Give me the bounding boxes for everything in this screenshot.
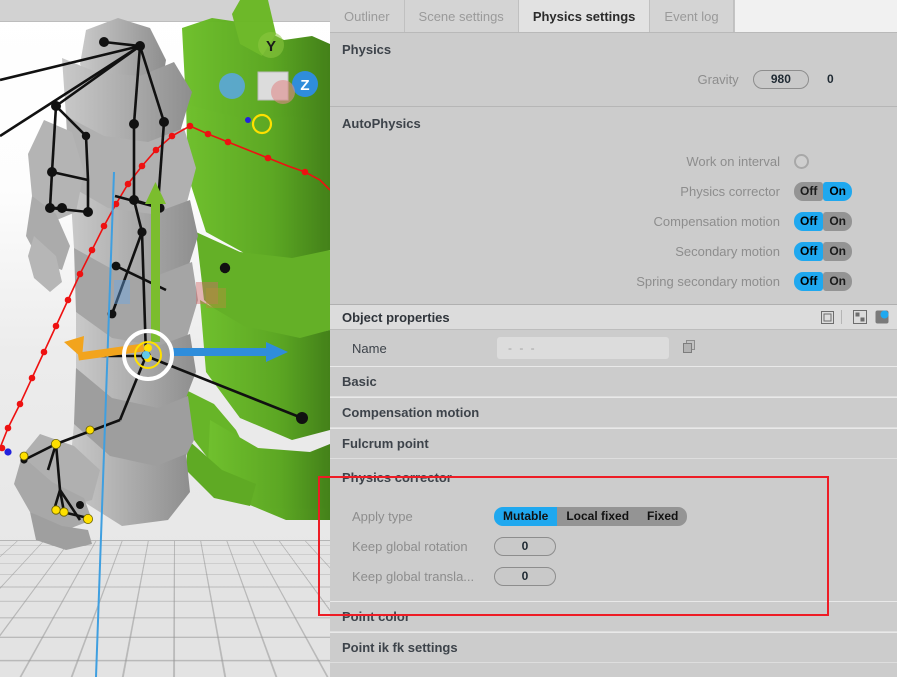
tab-outliner[interactable]: Outliner — [330, 0, 405, 32]
keep-global-translation-input[interactable]: 0 — [494, 566, 556, 586]
keep-global-rotation-row: Keep global rotation 0 — [330, 531, 897, 561]
viewport-scene: Z Y — [0, 0, 330, 677]
toggle-off[interactable]: Off — [794, 211, 824, 231]
apply-type-option-fixed[interactable]: Fixed — [638, 506, 688, 526]
gravity-row: Gravity 980 0 — [330, 64, 897, 94]
tab-scene-settings[interactable]: Scene settings — [404, 0, 519, 32]
apply-type-segmented-control[interactable]: Mutable Local fixed Fixed — [494, 506, 688, 526]
physics-corrector-section-title: Physics corrector — [342, 470, 452, 485]
gizmo-axis-y-label: Y — [266, 38, 276, 55]
physics-section-title: Physics — [342, 42, 392, 57]
name-label: Name — [352, 340, 387, 356]
keep-global-translation-row: Keep global transla... 0 — [330, 561, 897, 591]
toggle-on[interactable]: On — [823, 241, 852, 261]
secondary-motion-toggle[interactable]: Off On — [794, 241, 852, 261]
physics-corrector-toggle[interactable]: Off On — [794, 181, 852, 201]
gravity-input[interactable]: 980 — [752, 69, 810, 89]
autophysics-section-title: AutoPhysics — [342, 116, 421, 131]
object-properties-header: Object properties — [330, 304, 897, 330]
apply-type-option-local-fixed[interactable]: Local fixed — [557, 506, 639, 526]
apply-type-option-mutable[interactable]: Mutable — [494, 506, 558, 526]
apply-type-label: Apply type — [352, 508, 413, 524]
toggle-off[interactable]: Off — [794, 181, 824, 201]
gravity-label: Gravity — [697, 71, 739, 87]
tab-bar-filler — [733, 0, 897, 32]
color-sphere-icon[interactable] — [873, 309, 891, 325]
physics-corrector-section: Physics corrector Apply type Mutable Loc… — [330, 459, 897, 601]
section-fulcrum-point[interactable]: Fulcrum point — [330, 428, 897, 459]
blue-keypoint — [4, 448, 12, 456]
spring-secondary-motion-toggle[interactable]: Off On — [794, 271, 852, 291]
toggle-off[interactable]: Off — [794, 241, 824, 261]
gravity-input-secondary[interactable]: 0 — [827, 70, 885, 89]
tab-event-log[interactable]: Event log — [650, 0, 734, 32]
3d-viewport[interactable]: Z Y — [0, 0, 330, 677]
settings-panel: Outliner Scene settings Physics settings… — [330, 0, 897, 677]
toggle-off[interactable]: Off — [794, 271, 824, 291]
secondary-motion-toggle-row: Secondary motion Off On — [330, 236, 897, 266]
keep-global-translation-label: Keep global transla... — [352, 568, 475, 584]
section-point-ik-fk-settings[interactable]: Point ik fk settings — [330, 632, 897, 663]
work-on-interval-checkbox[interactable] — [794, 153, 809, 169]
toggle-on[interactable]: On — [823, 271, 852, 291]
section-basic[interactable]: Basic — [330, 366, 897, 397]
compensation-motion-label: Compensation motion — [653, 213, 780, 229]
toggle-on[interactable]: On — [823, 211, 852, 231]
section-point-color[interactable]: Point color — [330, 601, 897, 632]
toggle-on[interactable]: On — [823, 181, 852, 201]
object-properties-title: Object properties — [342, 309, 450, 325]
expand-grid-icon[interactable] — [851, 309, 869, 325]
apply-type-row: Apply type Mutable Local fixed Fixed — [330, 501, 897, 531]
physics-corrector-label: Physics corrector — [680, 183, 780, 199]
tab-physics-settings[interactable]: Physics settings — [518, 0, 651, 32]
gizmo-axis-z-label: Z — [300, 77, 309, 94]
tab-bar: Outliner Scene settings Physics settings… — [330, 0, 897, 33]
secondary-motion-label: Secondary motion — [675, 243, 780, 259]
work-on-interval-row: Work on interval — [330, 146, 897, 176]
keep-global-rotation-label: Keep global rotation — [352, 538, 468, 554]
spring-secondary-motion-label: Spring secondary motion — [636, 273, 780, 289]
copy-icon[interactable] — [683, 340, 696, 356]
compensation-motion-toggle[interactable]: Off On — [794, 211, 852, 231]
keep-global-rotation-input[interactable]: 0 — [494, 536, 556, 556]
physics-corrector-toggle-row: Physics corrector Off On — [330, 176, 897, 206]
spring-secondary-motion-toggle-row: Spring secondary motion Off On — [330, 266, 897, 296]
character-gray — [14, 18, 198, 550]
name-row: Name - - - — [330, 330, 897, 366]
section-compensation-motion[interactable]: Compensation motion — [330, 397, 897, 428]
panel-icon[interactable] — [818, 309, 836, 325]
compensation-motion-toggle-row: Compensation motion Off On — [330, 206, 897, 236]
header-separator — [841, 310, 842, 324]
name-input[interactable]: - - - — [497, 337, 669, 359]
work-on-interval-label: Work on interval — [686, 153, 780, 169]
